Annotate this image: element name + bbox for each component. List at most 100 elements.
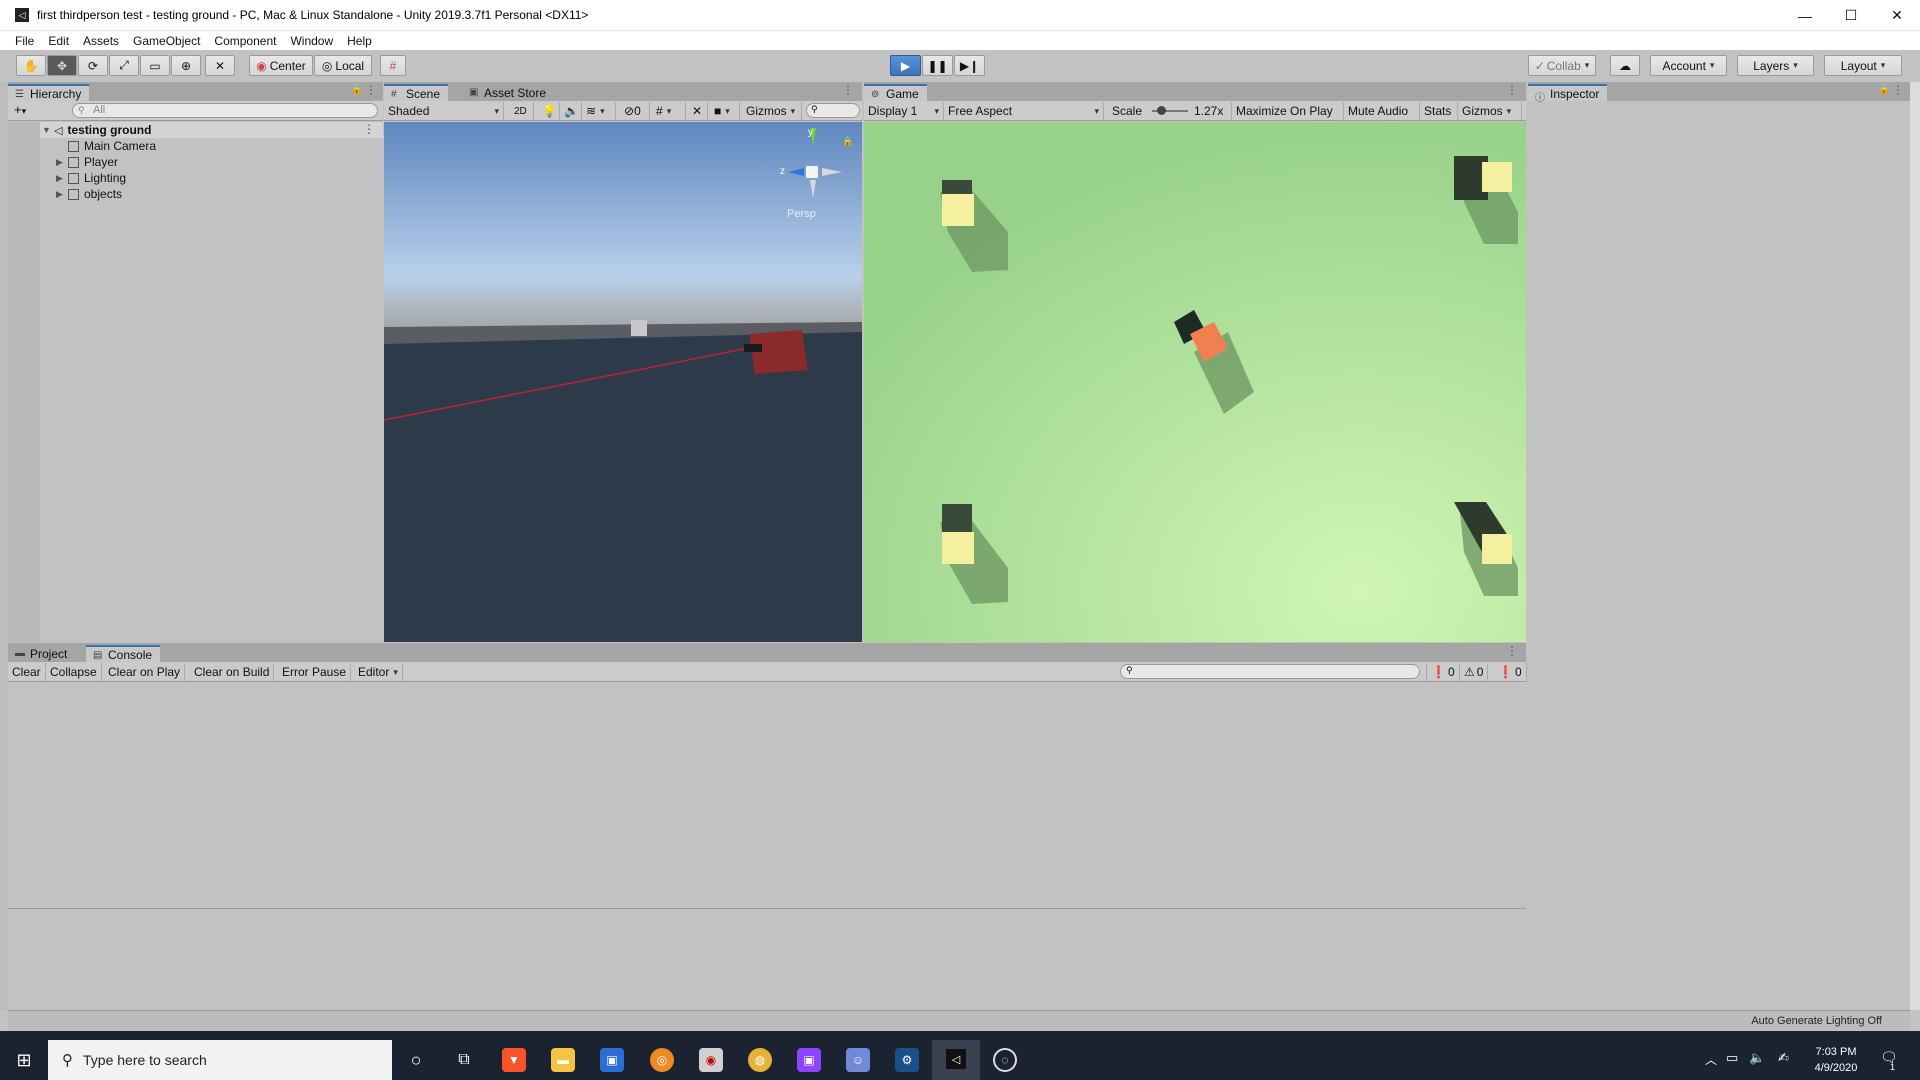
gizmos-dropdown[interactable]: Gizmos (742, 102, 802, 120)
more-icon[interactable]: ⋮ (1506, 83, 1518, 97)
lighting-toggle[interactable]: 💡 (538, 102, 560, 120)
tab-project[interactable]: ▬ Project (8, 645, 75, 662)
collapse-toggle[interactable]: Collapse (46, 663, 102, 681)
app-eye[interactable]: ◉ (699, 1048, 723, 1072)
scene-viewport[interactable]: y z 🔒 Persp (384, 122, 862, 642)
volume-icon[interactable]: 🔈 (1749, 1050, 1765, 1066)
console-log-list[interactable] (8, 683, 1526, 909)
notification-center-icon[interactable]: 🗨 (1880, 1049, 1898, 1066)
expand-right-icon[interactable]: ▶ (56, 189, 68, 200)
console-search-input[interactable]: ⚲ (1120, 664, 1420, 679)
tab-asset-store[interactable]: ▣ Asset Store (462, 84, 554, 101)
tray-chevron-icon[interactable]: ︿ (1705, 1051, 1717, 1068)
tab-game[interactable]: ⊚ Game (864, 84, 927, 101)
audio-toggle[interactable]: 🔈 (560, 102, 582, 120)
more-icon[interactable]: ⋮ (365, 83, 377, 97)
tools-toggle[interactable]: ✕ (688, 102, 708, 120)
account-dropdown[interactable]: Account (1650, 55, 1727, 76)
discord-app[interactable]: ☺ (846, 1048, 870, 1072)
console-detail-area[interactable] (8, 910, 1526, 1010)
scene-options-icon[interactable]: ⋮ (363, 122, 375, 136)
menu-file[interactable]: File (15, 34, 34, 48)
unity-app-active[interactable]: ◁ (932, 1040, 980, 1080)
chrome-app[interactable]: ◍ (748, 1048, 772, 1072)
info-filter-toggle[interactable]: ❗ 0 (1426, 663, 1460, 681)
custom-tool-button[interactable]: ✕ (205, 55, 235, 76)
lock-icon[interactable]: 🔒 (1878, 84, 1890, 95)
grid-dropdown[interactable]: # (652, 102, 686, 120)
error-pause-toggle[interactable]: Error Pause (278, 663, 352, 681)
more-icon[interactable]: ⋮ (842, 83, 854, 97)
editor-dropdown[interactable]: Editor (354, 663, 403, 681)
cloud-button[interactable]: ☁ (1610, 55, 1640, 76)
error-filter-toggle[interactable]: ❗ 0 (1494, 663, 1527, 681)
steam-app[interactable]: ⚙ (895, 1048, 919, 1072)
stats-toggle[interactable]: Stats (1420, 102, 1458, 120)
hand-tool-button[interactable]: ✋ (16, 55, 46, 76)
scale-tool-button[interactable]: ⤢ (109, 55, 139, 76)
more-icon[interactable]: ⋮ (1506, 644, 1518, 658)
layers-dropdown[interactable]: Layers (1737, 55, 1814, 76)
list-item[interactable]: Main Camera (56, 138, 156, 154)
display-dropdown[interactable]: Display 1 (864, 102, 944, 120)
mute-audio-toggle[interactable]: Mute Audio (1344, 102, 1420, 120)
close-button[interactable]: ✕ (1874, 0, 1920, 31)
menu-help[interactable]: Help (347, 34, 372, 48)
tab-inspector[interactable]: ⓘ Inspector (1528, 84, 1608, 104)
tab-hierarchy[interactable]: ☰ Hierarchy (8, 84, 90, 101)
lock-icon[interactable]: 🔒 (351, 84, 363, 95)
play-button[interactable]: ▶ (890, 55, 921, 76)
clock[interactable]: 7:03 PM 4/9/2020 (1806, 1044, 1866, 1076)
scale-slider-thumb[interactable] (1157, 106, 1166, 115)
task-view-button[interactable]: ⧉ (452, 1048, 476, 1072)
clear-button[interactable]: Clear (8, 663, 46, 681)
snap-button[interactable]: # (380, 55, 406, 76)
maximize-button[interactable]: ☐ (1828, 0, 1874, 31)
pause-button[interactable]: ❚❚ (922, 55, 953, 76)
pivot-local-button[interactable]: ◎ Local (314, 55, 372, 76)
network-icon[interactable]: ▭ (1726, 1050, 1738, 1066)
aspect-dropdown[interactable]: Free Aspect (944, 102, 1104, 120)
taskbar-search-input[interactable]: ⚲ Type here to search (48, 1040, 392, 1080)
scene-root[interactable]: ▼ ◁ testing ground (42, 122, 151, 138)
hidden-objects-toggle[interactable]: ⊘ 0 (620, 102, 650, 120)
clear-on-build-toggle[interactable]: Clear on Build (190, 663, 275, 681)
minimize-button[interactable]: — (1782, 0, 1828, 31)
create-button[interactable]: +▾ (14, 102, 26, 117)
step-button[interactable]: ▶❙ (954, 55, 985, 76)
transform-tool-button[interactable]: ⊕ (171, 55, 201, 76)
pivot-center-button[interactable]: ◉ Center (249, 55, 313, 76)
tab-console[interactable]: ▤ Console (86, 645, 161, 662)
tab-scene[interactable]: # Scene (384, 84, 449, 101)
collab-dropdown[interactable]: ✓ Collab (1528, 55, 1596, 76)
pen-icon[interactable]: ✍ (1778, 1050, 1789, 1066)
game-gizmos-dropdown[interactable]: Gizmos (1458, 102, 1522, 120)
cortana-button[interactable]: ○ (404, 1048, 428, 1072)
app-orange[interactable]: ◎ (650, 1048, 674, 1072)
warning-filter-toggle[interactable]: ⚠ 0 (1460, 663, 1489, 681)
brave-app[interactable]: ▼ (502, 1048, 526, 1072)
store-app[interactable]: ▣ (600, 1048, 624, 1072)
rect-tool-button[interactable]: ▭ (140, 55, 170, 76)
rotate-tool-button[interactable]: ⟳ (78, 55, 108, 76)
layout-dropdown[interactable]: Layout (1824, 55, 1902, 76)
clear-on-play-toggle[interactable]: Clear on Play (104, 663, 186, 681)
twitch-app[interactable]: ▣ (797, 1048, 821, 1072)
move-tool-button[interactable]: ✥ (47, 55, 77, 76)
shading-mode-dropdown[interactable]: Shaded (384, 102, 504, 120)
more-icon[interactable]: ⋮ (1892, 83, 1904, 97)
gizmo-center[interactable] (806, 166, 818, 178)
projection-label[interactable]: Persp (787, 208, 816, 220)
effects-dropdown[interactable]: ≋ (582, 102, 616, 120)
file-explorer-app[interactable]: ▬ (551, 1048, 575, 1072)
hierarchy-search-input[interactable]: ⚲ All (72, 103, 378, 118)
list-item[interactable]: ▶ Player (56, 154, 118, 170)
gizmo-lock-icon[interactable]: 🔒 (842, 136, 853, 146)
menu-gameobject[interactable]: GameObject (133, 34, 200, 48)
menu-edit[interactable]: Edit (48, 34, 69, 48)
2d-toggle[interactable]: 2D (510, 102, 534, 120)
expand-right-icon[interactable]: ▶ (56, 173, 68, 184)
maximize-on-play-toggle[interactable]: Maximize On Play (1232, 102, 1344, 120)
obs-app[interactable]: ◌ (993, 1048, 1017, 1072)
list-item[interactable]: ▶ Lighting (56, 170, 126, 186)
